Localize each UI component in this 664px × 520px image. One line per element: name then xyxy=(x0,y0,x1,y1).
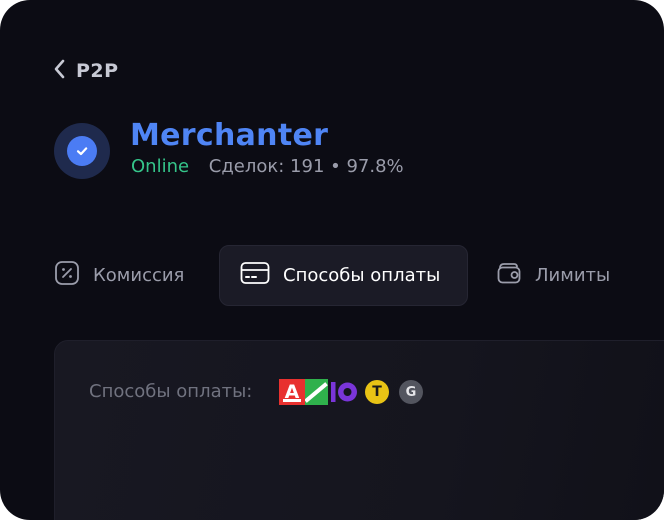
tab-limits[interactable]: Лимиты xyxy=(496,245,610,306)
sber-icon xyxy=(304,379,328,405)
tinkoff-icon: T xyxy=(365,380,389,404)
tab-commission[interactable]: Комиссия xyxy=(54,245,184,306)
tab-payment-methods-label: Способы оплаты xyxy=(283,265,441,286)
payment-methods-icons: A T G xyxy=(279,377,423,407)
alfa-bank-icon: A xyxy=(279,379,305,405)
back-label: P2P xyxy=(76,60,119,82)
payment-methods-panel: Способы оплаты: A T G xyxy=(54,340,664,520)
verified-avatar xyxy=(54,123,110,179)
wallet-icon xyxy=(496,260,522,291)
yumoney-icon xyxy=(329,379,359,405)
tab-payment-methods[interactable]: Способы оплаты xyxy=(219,245,468,306)
online-status: Online xyxy=(131,156,190,177)
google-pay-icon: G xyxy=(399,380,423,404)
check-icon xyxy=(67,136,97,166)
merchant-card: P2P Merchanter Online Сделок: 191 • 97.8… xyxy=(0,0,664,520)
chevron-left-icon xyxy=(52,58,66,84)
payment-methods-label: Способы оплаты: xyxy=(89,381,253,402)
merchant-name: Merchanter xyxy=(130,118,329,153)
percent-icon xyxy=(54,260,80,291)
deal-stats: Сделок: 191 • 97.8% xyxy=(208,156,404,177)
tab-limits-label: Лимиты xyxy=(535,265,611,286)
merchant-status-line: Online Сделок: 191 • 97.8% xyxy=(131,156,404,177)
tab-commission-label: Комиссия xyxy=(93,265,185,286)
back-link[interactable]: P2P xyxy=(52,56,119,86)
card-icon xyxy=(240,261,270,290)
